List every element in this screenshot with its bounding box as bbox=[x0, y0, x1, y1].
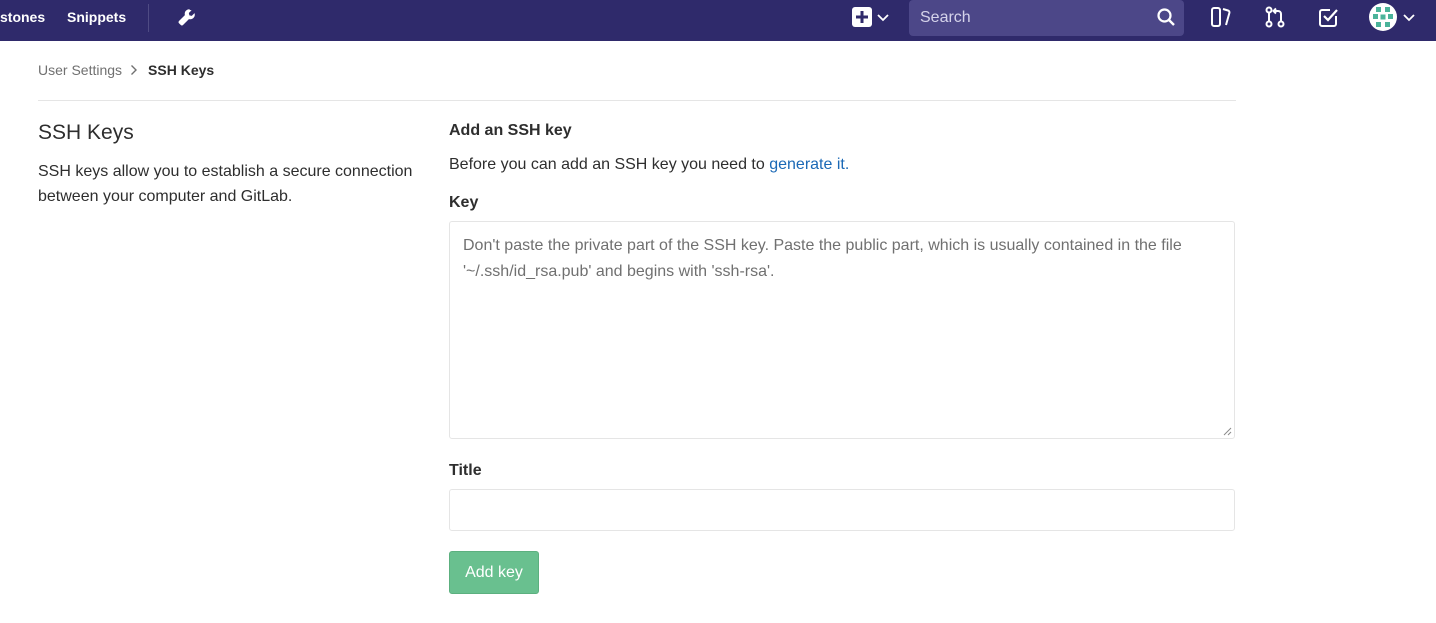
user-menu-button[interactable] bbox=[1366, 2, 1418, 32]
chevron-right-icon bbox=[130, 64, 138, 76]
issues-button[interactable] bbox=[1208, 5, 1234, 29]
nav-divider bbox=[148, 4, 149, 32]
admin-area-button[interactable] bbox=[174, 5, 200, 29]
plus-square-icon bbox=[851, 7, 872, 27]
todos-button[interactable] bbox=[1315, 5, 1341, 29]
generate-it-link[interactable]: generate it. bbox=[769, 156, 849, 173]
page-title: SSH Keys bbox=[38, 121, 134, 144]
add-ssh-key-heading: Add an SSH key bbox=[449, 122, 572, 139]
resize-handle-icon[interactable] bbox=[1223, 427, 1232, 436]
intro-text: Before you can add an SSH key you need t… bbox=[449, 156, 770, 173]
search-icon bbox=[1157, 8, 1175, 26]
title-input[interactable] bbox=[449, 489, 1235, 531]
wrench-icon bbox=[178, 9, 195, 26]
chevron-down-icon bbox=[876, 14, 889, 22]
add-key-button[interactable]: Add key bbox=[449, 551, 539, 594]
title-label: Title bbox=[449, 462, 482, 479]
nav-milestones-link[interactable]: stones bbox=[0, 0, 45, 41]
key-textarea[interactable]: Don't paste the private part of the SSH … bbox=[449, 221, 1235, 439]
page-description: SSH keys allow you to establish a secure… bbox=[38, 163, 413, 205]
avatar bbox=[1369, 3, 1397, 31]
merge-requests-button[interactable] bbox=[1262, 5, 1288, 29]
header-divider bbox=[38, 100, 1236, 101]
issues-icon bbox=[1211, 7, 1231, 27]
breadcrumb: User Settings SSH Keys bbox=[38, 62, 214, 78]
key-placeholder: Don't paste the private part of the SSH … bbox=[463, 237, 1182, 280]
chevron-down-icon bbox=[1403, 14, 1415, 22]
add-ssh-key-intro: Before you can add an SSH key you need t… bbox=[449, 156, 849, 174]
todo-icon bbox=[1319, 9, 1338, 27]
key-label: Key bbox=[449, 194, 479, 211]
search-field[interactable]: Search bbox=[909, 0, 1184, 36]
merge-request-icon bbox=[1265, 6, 1285, 28]
top-navbar: stones Snippets Search bbox=[0, 0, 1436, 41]
search-placeholder: Search bbox=[920, 9, 971, 26]
new-dropdown-button[interactable] bbox=[849, 5, 891, 29]
breadcrumb-user-settings-link[interactable]: User Settings bbox=[38, 62, 122, 78]
breadcrumb-current: SSH Keys bbox=[148, 62, 215, 78]
nav-snippets-link[interactable]: Snippets bbox=[67, 0, 126, 41]
